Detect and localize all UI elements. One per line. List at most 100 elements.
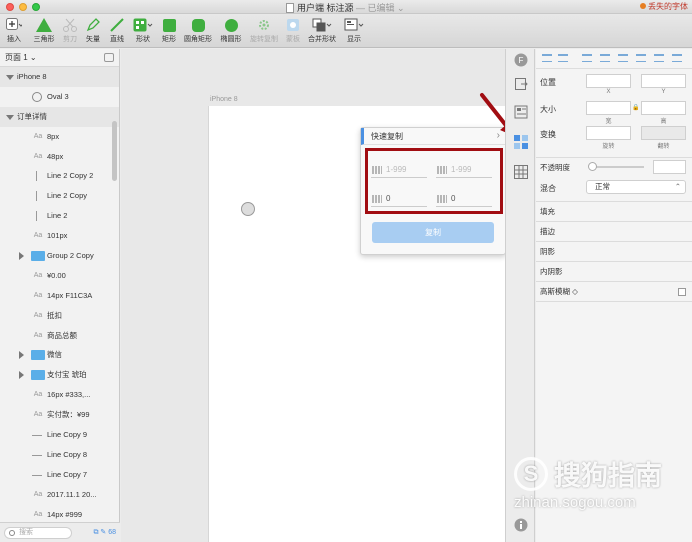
scissors-button[interactable]: 剪刀 bbox=[60, 16, 80, 44]
layers-scrollbar[interactable] bbox=[112, 121, 117, 181]
inner-shadow-section[interactable]: 内阴影 bbox=[536, 261, 692, 281]
copy-button[interactable]: 复制 bbox=[372, 222, 494, 243]
layer-label: Oval 3 bbox=[47, 91, 69, 101]
layer-count[interactable]: ⧉ ✎ 68 bbox=[93, 528, 116, 537]
line-layer[interactable]: Line Copy 8 bbox=[0, 445, 119, 465]
align-center-icon[interactable] bbox=[558, 54, 568, 62]
minimize-window-button[interactable] bbox=[19, 3, 27, 11]
text-layer[interactable]: Aa ¥0.00 bbox=[0, 266, 119, 286]
layer-label: Line 2 bbox=[47, 211, 68, 221]
window-title: 用户端 标注源 — 已编辑 ⌄ bbox=[286, 1, 405, 14]
group-layer[interactable]: 微信 bbox=[0, 345, 119, 365]
vertical-line-icon bbox=[36, 211, 37, 222]
align-middle-icon[interactable] bbox=[618, 54, 628, 62]
columns-input[interactable]: 1-999 bbox=[436, 162, 492, 178]
rounded-rect-tool-button[interactable]: 圆角矩形 bbox=[181, 16, 215, 44]
position-label: 位置 bbox=[540, 78, 556, 87]
mask-button[interactable]: 蒙板 bbox=[283, 16, 303, 44]
triangle-tool-button[interactable]: 三角形 bbox=[31, 16, 57, 44]
text-layer-icon: Aa bbox=[33, 232, 43, 240]
missing-fonts-badge[interactable]: 丢失的字体 bbox=[640, 1, 688, 12]
font-icon[interactable]: F bbox=[514, 53, 528, 67]
oval-layer[interactable]: Oval 3 bbox=[0, 87, 119, 107]
distribute-horizontal-icon[interactable] bbox=[654, 54, 664, 62]
canvas[interactable]: iPhone 8 bbox=[121, 49, 505, 542]
shadow-section[interactable]: 阴影 bbox=[536, 241, 692, 261]
fill-section[interactable]: 填充 bbox=[536, 201, 692, 221]
align-right-icon[interactable] bbox=[582, 54, 592, 62]
opacity-input[interactable] bbox=[653, 160, 686, 174]
ellipse-tool-button[interactable]: 椭圆形 bbox=[218, 16, 244, 44]
layer-label: 订单详情 bbox=[17, 111, 47, 121]
text-layer[interactable]: Aa 48px bbox=[0, 147, 119, 167]
align-top-icon[interactable] bbox=[600, 54, 610, 62]
close-window-button[interactable] bbox=[6, 3, 14, 11]
expand-triangle-icon[interactable] bbox=[19, 252, 24, 261]
info-icon[interactable] bbox=[514, 518, 528, 532]
align-bottom-icon[interactable] bbox=[636, 54, 646, 62]
layer-label: 实付款：¥99 bbox=[47, 410, 90, 420]
insert-button[interactable]: 插入 bbox=[3, 16, 25, 44]
spec-icon[interactable] bbox=[514, 105, 528, 119]
artboard-layer[interactable]: 订单详情 bbox=[0, 106, 119, 127]
oval-shape[interactable] bbox=[241, 202, 255, 216]
opacity-slider-handle[interactable] bbox=[588, 162, 597, 171]
text-layer[interactable]: Aa 16px #333,... bbox=[0, 385, 119, 405]
combine-shapes-button[interactable]: 合并形状 bbox=[306, 16, 338, 44]
group-layer[interactable]: Group 2 Copy bbox=[0, 246, 119, 266]
line-tool-button[interactable]: 直线 bbox=[107, 16, 127, 44]
blend-mode-select[interactable]: 正常 ⌃ bbox=[586, 180, 686, 194]
expand-triangle-icon[interactable] bbox=[19, 371, 24, 380]
group-layer[interactable]: 支付宝 琥珀 bbox=[0, 365, 119, 385]
text-layer[interactable]: Aa 2017.11.1 20... bbox=[0, 485, 119, 505]
zoom-window-button[interactable] bbox=[32, 3, 40, 11]
artboard-layer[interactable]: iPhone 8 bbox=[0, 67, 119, 87]
rows-input[interactable]: 1-999 bbox=[371, 162, 427, 178]
quick-copy-icon[interactable] bbox=[514, 135, 528, 149]
line-layer[interactable]: Line Copy 7 bbox=[0, 465, 119, 485]
rectangle-tool-button[interactable]: 矩形 bbox=[159, 16, 179, 44]
line-layer[interactable]: Line 2 Copy bbox=[0, 186, 119, 206]
vector-tool-button[interactable]: 矢量 bbox=[83, 16, 103, 44]
text-layer[interactable]: Aa 101px bbox=[0, 226, 119, 246]
width-input[interactable] bbox=[586, 101, 631, 115]
position-y-input[interactable] bbox=[641, 74, 686, 88]
text-layer[interactable]: Aa 14px F11C3A bbox=[0, 286, 119, 306]
shapes-icon bbox=[133, 18, 153, 32]
expand-triangle-icon[interactable] bbox=[19, 351, 24, 360]
rotate-input[interactable] bbox=[586, 126, 631, 140]
text-layer[interactable]: Aa 商品总额 bbox=[0, 326, 119, 346]
line-layer[interactable]: Line 2 Copy 2 bbox=[0, 166, 119, 186]
layer-search-input[interactable]: 搜索 bbox=[4, 527, 72, 539]
add-page-icon[interactable] bbox=[104, 53, 114, 62]
lock-ratio-icon[interactable]: 🔒 bbox=[631, 104, 641, 111]
align-left-icon[interactable] bbox=[542, 54, 552, 62]
artboard-label[interactable]: iPhone 8 bbox=[210, 96, 238, 103]
view-menu-button[interactable]: 显示 bbox=[342, 16, 366, 44]
blur-checkbox[interactable] bbox=[678, 288, 686, 296]
shapes-menu-button[interactable]: 形状 bbox=[130, 16, 156, 44]
disclosure-triangle-icon[interactable] bbox=[6, 75, 14, 80]
blur-section[interactable]: 高斯模糊 ◇ bbox=[536, 281, 692, 301]
page-selector[interactable]: 页面 1 ⌄ bbox=[0, 49, 119, 67]
grid-icon[interactable] bbox=[514, 165, 528, 179]
text-layer[interactable]: Aa 8px bbox=[0, 127, 119, 147]
distribute-vertical-icon[interactable] bbox=[672, 54, 682, 62]
disclosure-triangle-icon[interactable] bbox=[6, 114, 14, 120]
opacity-slider[interactable] bbox=[592, 166, 644, 168]
position-x-input[interactable] bbox=[586, 74, 631, 88]
export-icon[interactable] bbox=[514, 77, 528, 91]
line-layer[interactable]: Line 2 bbox=[0, 206, 119, 226]
view-icon bbox=[344, 18, 364, 31]
height-input[interactable] bbox=[641, 101, 686, 115]
layer-label: 2017.11.1 20... bbox=[47, 489, 97, 499]
flip-buttons[interactable] bbox=[641, 126, 686, 140]
text-layer[interactable]: Aa 实付款：¥99 bbox=[0, 405, 119, 425]
horizontal-spacing-input[interactable]: 0 bbox=[436, 191, 492, 207]
edited-status[interactable]: — 已编辑 ⌄ bbox=[356, 3, 405, 13]
line-layer[interactable]: Line Copy 9 bbox=[0, 425, 119, 445]
text-layer[interactable]: Aa 抵扣 bbox=[0, 306, 119, 326]
vertical-spacing-input[interactable]: 0 bbox=[371, 191, 427, 207]
border-section[interactable]: 描边 bbox=[536, 221, 692, 241]
rotate-copy-button[interactable]: 旋转复制 bbox=[247, 16, 281, 44]
